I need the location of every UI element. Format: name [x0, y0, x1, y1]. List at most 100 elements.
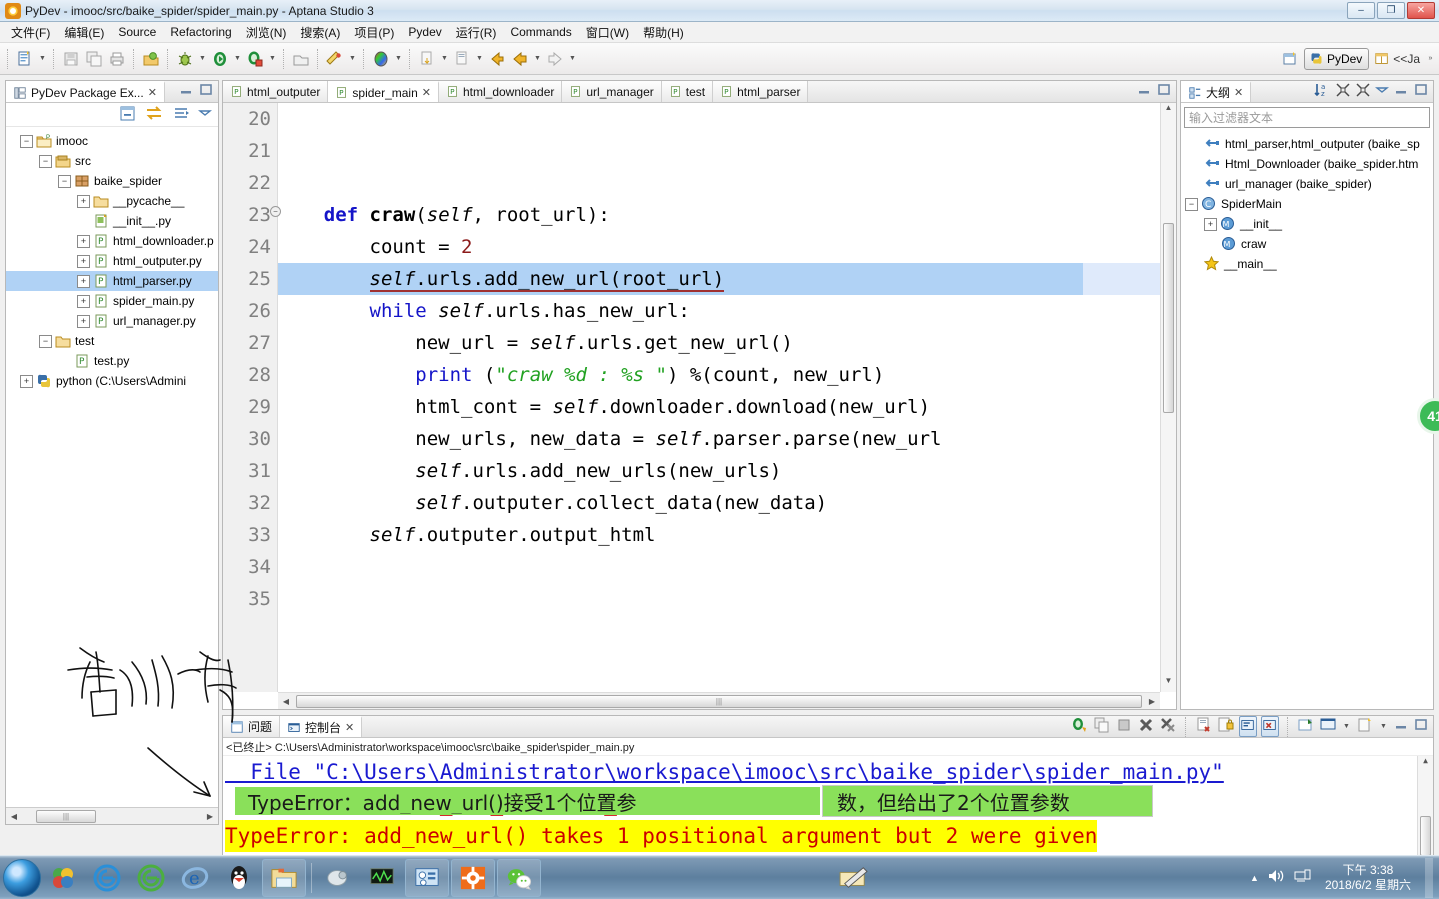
- print-icon[interactable]: [106, 48, 128, 70]
- tab-html-downloader[interactable]: P html_downloader: [438, 81, 563, 102]
- scroll-up-icon[interactable]: ▲: [1418, 756, 1433, 770]
- save-all-icon[interactable]: [83, 48, 105, 70]
- tree-item-test-folder[interactable]: − test: [6, 331, 218, 351]
- pin-icon[interactable]: [324, 48, 346, 70]
- perspective-java[interactable]: <<Ja: [1370, 48, 1424, 70]
- outline-item-import-html-parser[interactable]: html_parser,html_outputer (baike_sp: [1181, 134, 1433, 154]
- publish-icon[interactable]: [140, 48, 162, 70]
- taskbar-aptana-studio[interactable]: [405, 858, 449, 897]
- scroll-down-icon[interactable]: ▼: [1161, 676, 1176, 692]
- tree-item-html-outputer[interactable]: + P html_outputer.py: [6, 251, 218, 271]
- tab-package-explorer[interactable]: PyDev Package Ex... ✕: [6, 81, 165, 102]
- view-menu-icon[interactable]: [1375, 83, 1389, 100]
- show-hidden-icons-button[interactable]: ▲: [1250, 873, 1259, 883]
- outline-filter-input[interactable]: 输入过滤器文本: [1184, 107, 1430, 128]
- taskbar-clock[interactable]: 下午 3:38 2018/6/2 星期六: [1319, 863, 1417, 893]
- console-monitor-icon[interactable]: [1319, 716, 1337, 737]
- copy-icon[interactable]: [1093, 716, 1111, 737]
- tree-item-init-py[interactable]: __init__.py: [6, 211, 218, 231]
- menu-item-refactoring[interactable]: Refactoring: [163, 23, 238, 41]
- expander-icon[interactable]: −: [20, 134, 33, 148]
- scroll-lock-icon[interactable]: [1217, 716, 1235, 737]
- expander-icon[interactable]: +: [77, 254, 90, 268]
- network-icon[interactable]: [1293, 868, 1311, 887]
- tree-item-python-interpreter[interactable]: + python (C:\Users\Admini: [6, 371, 218, 391]
- expander-icon[interactable]: +: [77, 314, 90, 328]
- minimize-view-icon[interactable]: [1393, 83, 1409, 100]
- tree-item-html-downloader[interactable]: + P html_downloader.p: [6, 231, 218, 251]
- new-file-icon[interactable]: [14, 48, 36, 70]
- close-icon[interactable]: ✕: [1234, 86, 1243, 99]
- minimize-view-icon[interactable]: [1136, 83, 1152, 100]
- back-dropdown-icon[interactable]: ▼: [532, 48, 543, 70]
- forward-dropdown-icon[interactable]: ▼: [567, 48, 578, 70]
- display-selected-console-icon[interactable]: [1261, 716, 1279, 737]
- menu-item-source[interactable]: Source: [111, 23, 163, 41]
- menu-item-file[interactable]: 文件(F): [4, 22, 57, 43]
- save-icon[interactable]: [60, 48, 82, 70]
- outline-item-craw[interactable]: M craw: [1181, 234, 1433, 254]
- tree-item-html-parser[interactable]: + P html_parser.py: [6, 271, 218, 291]
- last-edit-icon[interactable]: [416, 48, 438, 70]
- color-wheel-dropdown-icon[interactable]: ▼: [393, 48, 404, 70]
- maximize-view-icon[interactable]: [198, 83, 214, 100]
- link-with-editor-icon[interactable]: [144, 105, 164, 125]
- last-edit-dropdown-icon[interactable]: ▼: [439, 48, 450, 70]
- debug-dropdown-icon[interactable]: ▼: [197, 48, 208, 70]
- console-line-file[interactable]: File "C:\Users\Administrator\workspace\i…: [225, 756, 1224, 788]
- scroll-thumb[interactable]: [1420, 816, 1431, 856]
- tree-item-spider-main[interactable]: + P spider_main.py: [6, 291, 218, 311]
- taskbar-system-monitor[interactable]: [360, 859, 404, 897]
- expander-icon[interactable]: +: [77, 194, 90, 208]
- taskbar-settings-app[interactable]: [451, 858, 495, 897]
- outline-item-import-html-downloader[interactable]: Html_Downloader (baike_spider.htm: [1181, 154, 1433, 174]
- editor-vscrollbar[interactable]: ▲ ▼: [1160, 103, 1176, 692]
- relaunch-icon[interactable]: [1071, 716, 1089, 737]
- new-file-dropdown-icon[interactable]: ▼: [37, 48, 48, 70]
- debug-icon[interactable]: [174, 48, 196, 70]
- run-dropdown-icon[interactable]: ▼: [232, 48, 243, 70]
- menu-item-edit[interactable]: 编辑(E): [57, 22, 111, 43]
- expander-icon[interactable]: −: [39, 154, 52, 168]
- start-button[interactable]: [3, 858, 41, 897]
- scroll-up-icon[interactable]: ▲: [1161, 103, 1176, 119]
- expander-icon[interactable]: +: [20, 374, 33, 388]
- open-console-icon[interactable]: [1297, 716, 1315, 737]
- taskbar-maxthon-browser[interactable]: [41, 859, 85, 897]
- minimize-view-icon[interactable]: [178, 83, 194, 100]
- scroll-thumb[interactable]: |||: [296, 694, 1142, 708]
- open-perspective-button[interactable]: [1277, 48, 1303, 70]
- close-button[interactable]: ✕: [1407, 2, 1435, 19]
- scroll-thumb[interactable]: |||: [36, 809, 96, 823]
- taskbar-internet-explorer[interactable]: e: [173, 859, 217, 897]
- editor-hscrollbar[interactable]: ◀ ||| ▶: [278, 692, 1160, 709]
- tree-item-test-py[interactable]: P test.py: [6, 351, 218, 371]
- expander-icon[interactable]: −: [39, 334, 52, 348]
- code-editor[interactable]: 20 21 22 23 24 25 26 27 28 29 30 31 32 3…: [223, 103, 1176, 709]
- expander-icon[interactable]: −: [58, 174, 71, 188]
- menu-item-project[interactable]: 项目(P): [347, 22, 401, 43]
- menu-item-navigate[interactable]: 浏览(N): [239, 22, 294, 43]
- menu-item-run[interactable]: 运行(R): [449, 22, 504, 43]
- show-desktop-button[interactable]: [1425, 857, 1433, 898]
- outline-item-spidermain[interactable]: − C SpiderMain: [1181, 194, 1433, 214]
- tab-problems[interactable]: 问题: [223, 716, 281, 737]
- maximize-view-icon[interactable]: [1156, 83, 1172, 100]
- minimize-button[interactable]: –: [1347, 2, 1375, 19]
- scroll-left-icon[interactable]: ◀: [278, 697, 294, 706]
- pin-console-icon[interactable]: [1239, 716, 1257, 737]
- expander-icon[interactable]: −: [1185, 197, 1198, 211]
- menu-item-commands[interactable]: Commands: [503, 23, 578, 41]
- collapse-all-icon[interactable]: [119, 105, 136, 125]
- outline-item-import-url-manager[interactable]: url_manager (baike_spider): [1181, 174, 1433, 194]
- code-text[interactable]: def craw(self, root_url): count = 2 self…: [278, 103, 1160, 692]
- tab-html-parser[interactable]: P html_parser: [713, 81, 809, 102]
- menu-item-pydev[interactable]: Pydev: [401, 23, 448, 41]
- pin-dropdown-icon[interactable]: ▼: [347, 48, 358, 70]
- tree-item-baike-spider[interactable]: − baike_spider: [6, 171, 218, 191]
- expander-icon[interactable]: +: [77, 294, 90, 308]
- tree-item-pycache[interactable]: + __pycache__: [6, 191, 218, 211]
- outline-tree[interactable]: html_parser,html_outputer (baike_sp Html…: [1181, 132, 1433, 274]
- view-menu-icon[interactable]: [198, 106, 212, 123]
- outline-item-main[interactable]: __main__: [1181, 254, 1433, 274]
